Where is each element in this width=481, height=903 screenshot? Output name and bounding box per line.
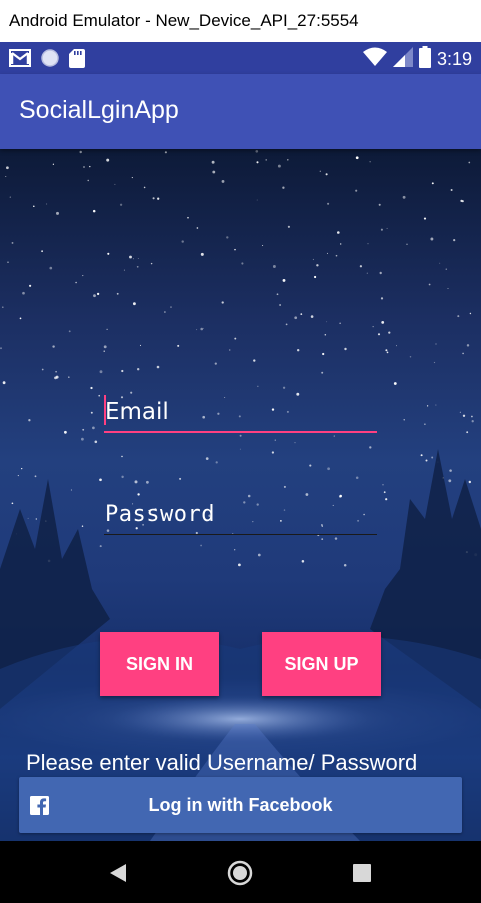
recents-icon[interactable] [353,864,371,886]
back-icon[interactable] [108,863,128,887]
window-title: Android Emulator - New_Device_API_27:555… [0,0,481,42]
validation-message: Please enter valid Username/ Password [26,750,418,775]
app-bar: SocialLginApp [0,74,481,149]
navigation-bar [0,841,481,903]
login-screen: SIGN IN SIGN UP Please enter valid Usern… [0,149,481,841]
status-time: 3:19 [436,49,472,69]
app-title: SocialLginApp [19,96,179,124]
sync-circle-icon [40,48,60,72]
sign-up-button[interactable]: SIGN UP [262,632,381,696]
signal-icon [392,47,413,71]
home-icon[interactable] [227,860,253,890]
gmail-icon [9,49,31,71]
facebook-login-label: Log in with Facebook [148,795,333,815]
status-bar: 3:19 [0,42,481,74]
text-cursor [104,395,106,425]
sd-card-icon [69,48,85,72]
battery-icon [418,46,431,72]
facebook-login-button[interactable]: Log in with Facebook [19,777,462,833]
password-input[interactable] [104,495,377,534]
sign-in-button[interactable]: SIGN IN [100,632,219,696]
email-field[interactable] [104,393,377,433]
email-input[interactable] [104,393,377,431]
wifi-icon [362,47,387,71]
password-field[interactable] [104,495,377,535]
